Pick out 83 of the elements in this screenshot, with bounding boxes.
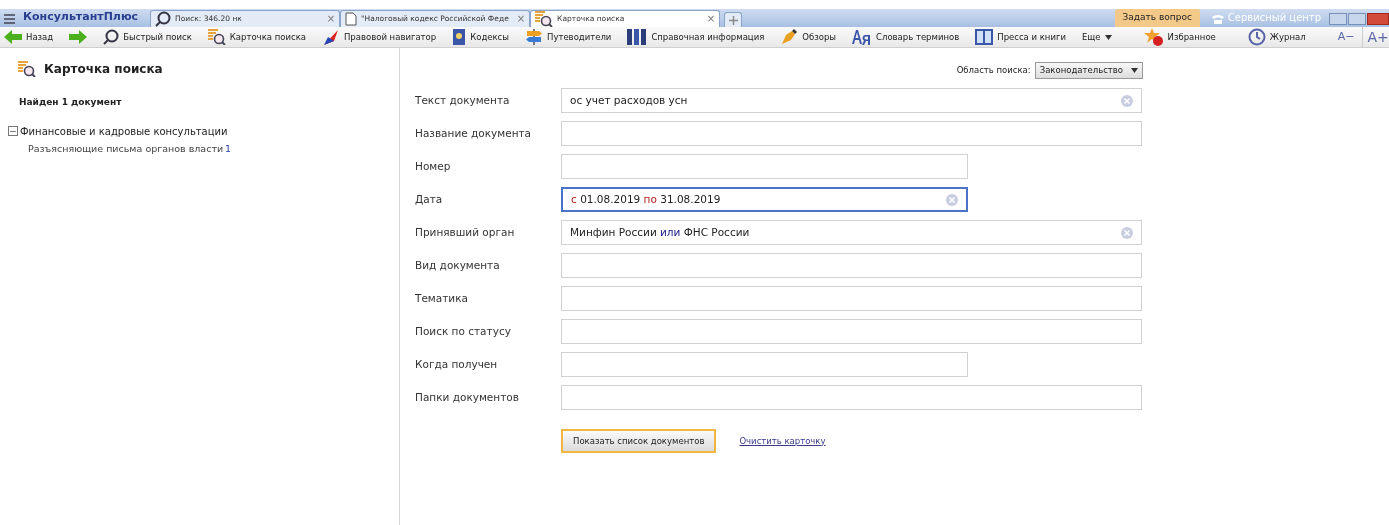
plus-icon [728,15,738,25]
caret-icon [1131,68,1138,73]
toolbar-button[interactable]: Еще [1081,30,1112,44]
clear-icon[interactable] [1121,226,1133,239]
field-value: ос учет расходов усн [570,92,689,108]
show-documents-button[interactable]: Показать список документов [561,429,717,453]
minimize-button[interactable] [1329,13,1347,25]
field-value: Минфин России или ФНС России [570,224,751,240]
search-icon [155,11,172,27]
input-field[interactable] [561,253,1142,278]
document-icon [345,12,358,26]
close-button[interactable] [1367,13,1389,25]
new-tab-button[interactable] [724,12,743,27]
toolbar-button[interactable]: Избранное [1143,28,1216,46]
close-icon[interactable]: × [706,14,716,24]
field-label: Принявший орган [415,224,516,240]
input-field[interactable] [561,352,968,377]
close-icon[interactable]: × [326,14,336,24]
card-search-icon [207,29,226,45]
field-label: Вид документа [415,257,501,273]
field-label: Номер [415,158,452,174]
tree-toggle[interactable]: − [8,126,18,136]
panel-title: Карточка поиска [44,61,163,78]
toolbar-button[interactable]: Назад [4,30,54,44]
toolbar-button[interactable]: Путеводители [525,29,612,45]
document-count[interactable]: 1 [225,141,232,156]
input-field[interactable] [561,154,968,179]
input-field[interactable] [561,121,1142,146]
toolbar-button[interactable]: Справочная информация [627,29,765,45]
results-count: Найден 1 документ [18,96,123,109]
input-field[interactable] [561,319,1142,344]
signpost-icon [525,29,543,45]
toolbar-button[interactable]: Журнал [1247,28,1306,46]
input-field[interactable] [561,385,1142,410]
field-label: Поиск по статусу [415,323,512,339]
input-field[interactable]: Минфин России или ФНС России [561,220,1142,245]
field-label: Папки документов [415,389,520,405]
toolbar-button[interactable]: Пресса и книги [975,29,1066,45]
binders-icon [627,29,648,45]
field-label: Название документа [415,125,533,141]
field-label: Когда получен [415,356,499,372]
toolbar-button[interactable]: Словарь терминов [852,29,960,45]
tree-item[interactable]: Разъясняющие письма органов власти [28,141,224,156]
pen-icon [780,29,799,45]
increase-font-button[interactable]: A+ [1362,26,1389,48]
search-icon [103,29,120,45]
back-arrow-icon [4,30,22,44]
toolbar-button[interactable] [69,30,88,44]
input-field[interactable]: с 01.08.2019 по 31.08.2019 [561,187,968,212]
menu-icon[interactable] [4,14,15,24]
field-label: Тематика [415,290,469,306]
app-logo[interactable]: КонсультантПлюс [23,8,139,25]
toolbar-button[interactable]: Правовой навигатор [321,29,437,45]
clear-icon[interactable] [946,193,958,206]
clear-icon[interactable] [1121,94,1133,107]
forward-arrow-icon [69,30,88,44]
field-label: Текст документа [415,92,511,108]
clear-card-link[interactable]: Очистить карточку [739,434,826,448]
clock-icon [1247,28,1266,46]
caret-icon [1104,34,1112,40]
card-search-icon [18,61,36,77]
ask-question-button[interactable]: Задать вопрос [1114,9,1200,27]
search-area-dropdown[interactable]: Законодательство [1034,62,1143,79]
input-field[interactable] [561,286,1142,311]
book-icon [452,29,467,45]
card-search-icon [535,11,554,27]
input-field[interactable]: ос учет расходов усн [561,88,1142,113]
toolbar-button[interactable]: Быстрый поиск [103,29,192,45]
decrease-font-button[interactable]: A− [1337,28,1355,46]
tree-item[interactable]: Финансовые и кадровые консультации [20,123,228,139]
field-label: Дата [415,191,444,207]
close-icon[interactable]: × [516,14,526,24]
toolbar-button[interactable]: Карточка поиска [207,29,306,45]
letters-icon [852,29,873,45]
newspaper-icon [975,29,994,45]
toolbar-button[interactable]: Кодексы [452,29,509,45]
search-area-label: Область поиска: [956,64,1031,77]
restore-button[interactable] [1348,13,1366,25]
flag-icon [321,29,340,45]
phone-icon [1211,14,1224,24]
field-value: с 01.08.2019 по 31.08.2019 [571,191,722,207]
toolbar-button[interactable]: Обзоры [780,29,837,45]
star-icon [1143,28,1164,46]
